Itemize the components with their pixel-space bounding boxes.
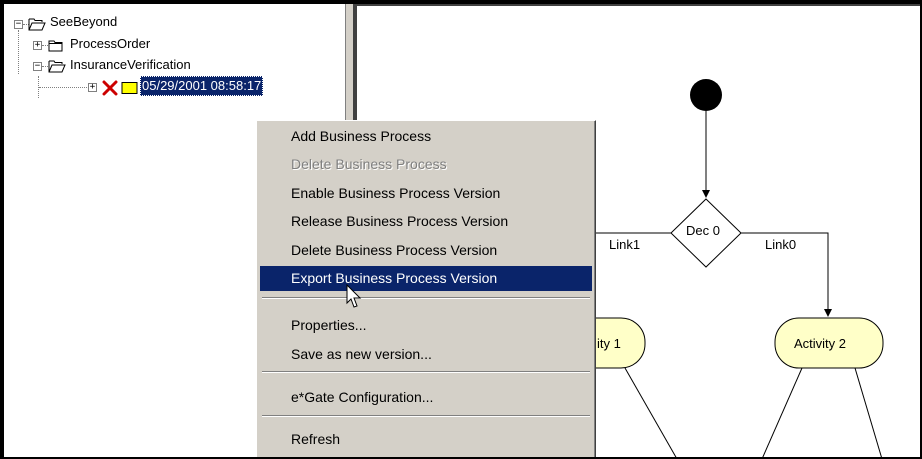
- context-menu: Add Business Process Delete Business Pro…: [256, 120, 596, 457]
- closed-folder-icon: [48, 40, 63, 52]
- expand-toggle-icon[interactable]: +: [88, 83, 97, 92]
- menu-item-egate-configuration[interactable]: e*Gate Configuration...: [260, 385, 592, 410]
- menu-item-delete-business-process: Delete Business Process: [291, 156, 447, 172]
- menu-item-refresh[interactable]: Refresh: [260, 427, 592, 452]
- open-folder-icon: [48, 60, 66, 73]
- collapse-toggle-icon[interactable]: −: [33, 62, 42, 71]
- menu-separator: [262, 415, 590, 417]
- arrow-cursor-icon: [346, 284, 362, 308]
- tree-label-root: SeeBeyond: [50, 14, 118, 29]
- collapse-toggle-icon[interactable]: −: [14, 20, 23, 29]
- link0-label: Link0: [765, 237, 797, 252]
- menu-item-properties[interactable]: Properties...: [260, 313, 592, 338]
- flow-line: [854, 367, 882, 457]
- tree-item-version[interactable]: + 05/29/2001 08:58:17: [4, 76, 344, 97]
- link1-label: Link1: [609, 237, 641, 252]
- menu-item-add-business-process[interactable]: Add Business Process: [260, 124, 592, 149]
- start-node[interactable]: [690, 79, 722, 111]
- expand-toggle-icon[interactable]: +: [33, 41, 42, 50]
- tree-guide-line: [39, 87, 89, 88]
- tree-label-version: 05/29/2001 08:58:17: [140, 76, 264, 96]
- menu-separator: [262, 371, 590, 373]
- red-x-icon: [102, 80, 118, 96]
- decision-label: Dec 0: [686, 223, 720, 238]
- flow-line: [762, 367, 803, 457]
- menu-item-enable-version[interactable]: Enable Business Process Version: [260, 181, 592, 206]
- activity-1-label: ity 1: [597, 336, 621, 351]
- menu-item-export-version[interactable]: Export Business Process Version: [260, 266, 592, 291]
- activity-2-label: Activity 2: [794, 336, 847, 351]
- yellow-box-icon: [121, 82, 138, 94]
- menu-separator: [262, 297, 590, 299]
- application-window: − SeeBeyond + ProcessOrder − InsuranceVe…: [4, 4, 920, 457]
- menu-item-release-version[interactable]: Release Business Process Version: [260, 209, 592, 234]
- tree-item-seebeyond[interactable]: − SeeBeyond: [4, 14, 204, 34]
- open-folder-icon: [28, 18, 46, 31]
- tree-item-processorder[interactable]: + ProcessOrder: [4, 35, 224, 55]
- flow-line: [624, 367, 677, 457]
- menu-item-save-as-new-version[interactable]: Save as new version...: [260, 342, 592, 367]
- tree-label-insuranceverification: InsuranceVerification: [70, 57, 191, 72]
- menu-item-delete-version[interactable]: Delete Business Process Version: [260, 238, 592, 263]
- tree-label-processorder: ProcessOrder: [70, 36, 151, 51]
- tree-item-insuranceverification[interactable]: − InsuranceVerification: [4, 56, 284, 76]
